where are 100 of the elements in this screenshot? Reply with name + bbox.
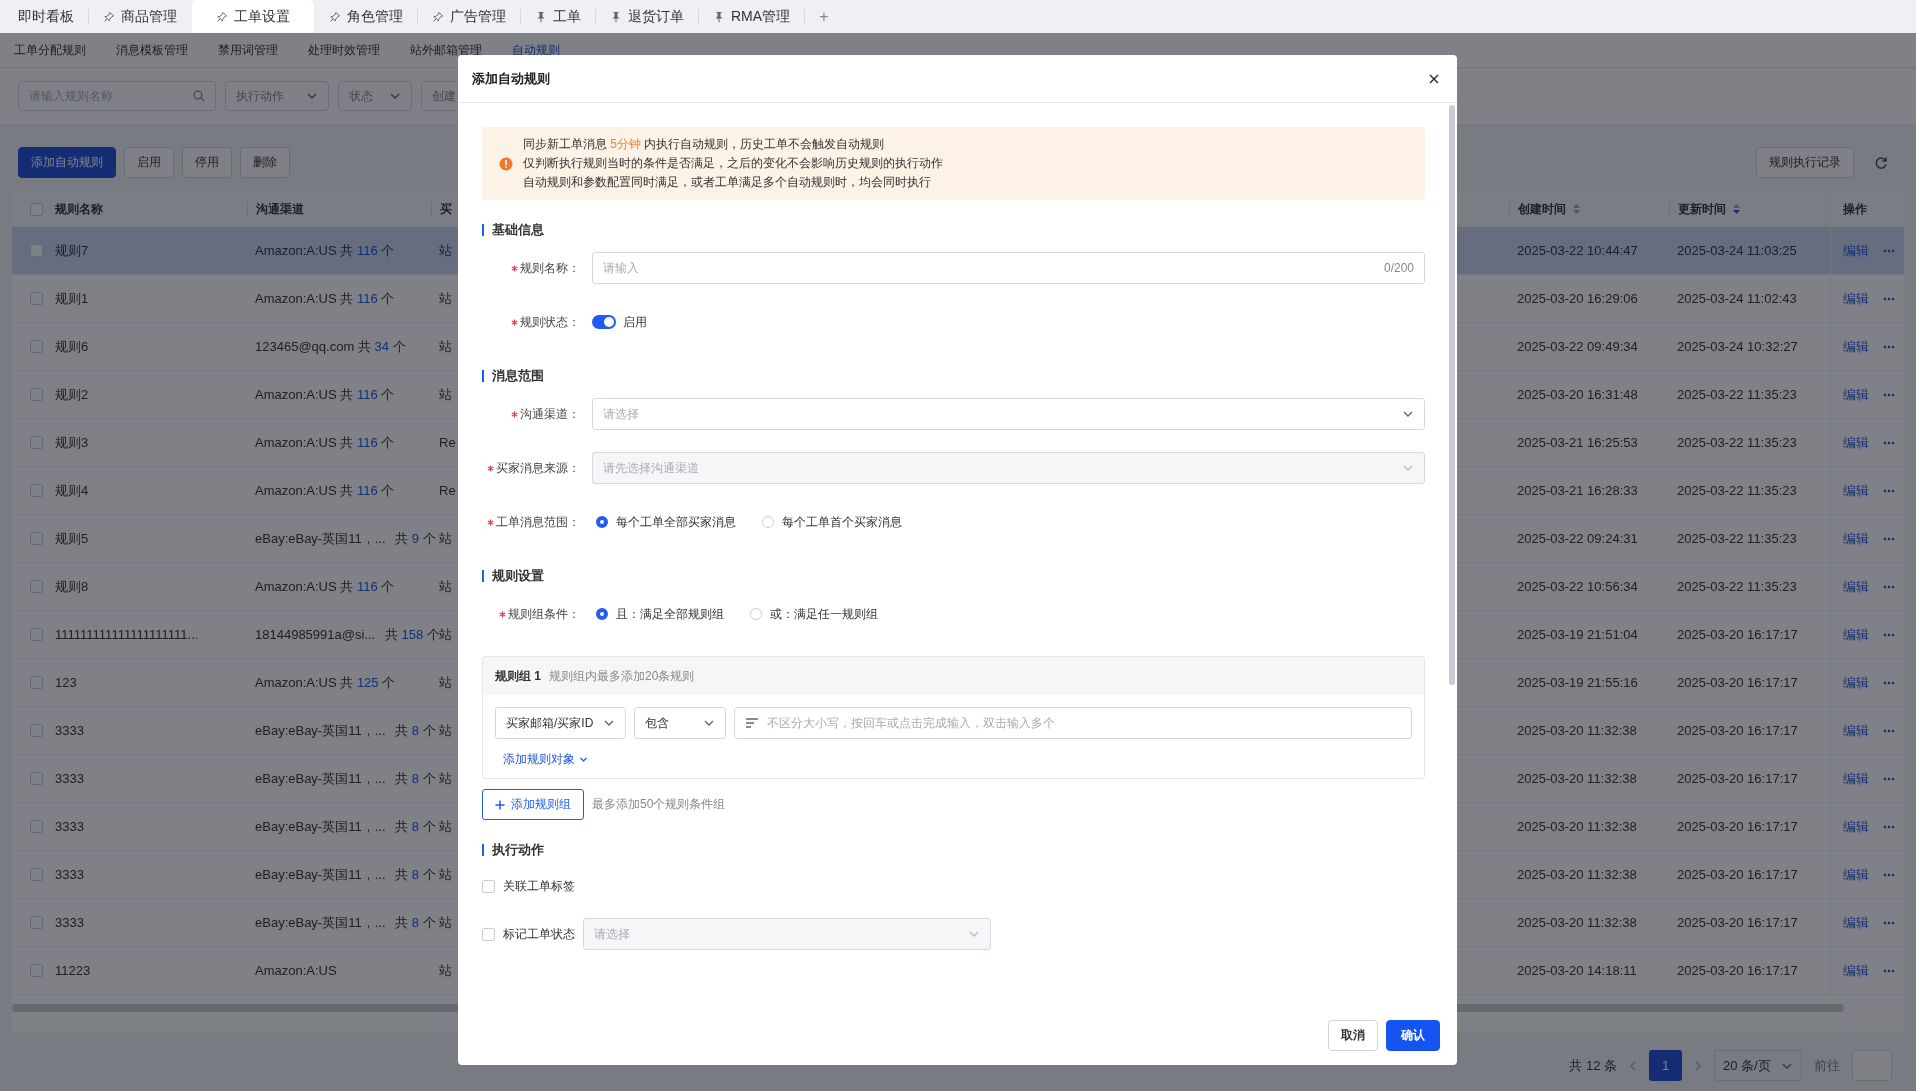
- action-button[interactable]: 启用: [124, 147, 174, 178]
- table-cell: 2025-03-20 16:17:17: [1677, 771, 1798, 786]
- vertical-scrollbar[interactable]: [1449, 105, 1455, 685]
- checkbox[interactable]: [30, 676, 43, 689]
- checkbox[interactable]: [30, 202, 43, 216]
- table-cell: 2025-03-20 11:32:38: [1517, 723, 1637, 738]
- tab[interactable]: 广告管理: [418, 0, 520, 33]
- checkbox[interactable]: [482, 879, 495, 893]
- subnav-tab[interactable]: 工单分配规则: [14, 37, 86, 63]
- more-icon[interactable]: [1883, 680, 1895, 685]
- edit-link[interactable]: 编辑: [1843, 337, 1869, 356]
- subnav-tab[interactable]: 禁用词管理: [218, 37, 278, 63]
- action-button[interactable]: 添加自动规则: [18, 147, 116, 178]
- toggle-switch[interactable]: [592, 315, 616, 329]
- edit-link[interactable]: 编辑: [1843, 529, 1869, 548]
- refresh-icon[interactable]: [1874, 155, 1888, 170]
- tab[interactable]: 角色管理: [315, 0, 417, 33]
- checkbox[interactable]: [30, 868, 43, 881]
- edit-link[interactable]: 编辑: [1843, 961, 1869, 980]
- table-cell: 2025-03-22 09:49:34: [1517, 339, 1638, 354]
- action-button[interactable]: 删除: [240, 147, 290, 178]
- page-button[interactable]: 1: [1649, 1050, 1682, 1081]
- edit-link[interactable]: 编辑: [1843, 577, 1869, 596]
- dialog-button[interactable]: 确认: [1386, 1019, 1440, 1051]
- checkbox[interactable]: [30, 724, 43, 737]
- more-icon[interactable]: [1883, 344, 1895, 349]
- more-icon[interactable]: [1883, 584, 1895, 589]
- edit-link[interactable]: 编辑: [1843, 673, 1869, 692]
- more-icon[interactable]: [1883, 392, 1895, 397]
- more-icon[interactable]: [1883, 920, 1895, 925]
- notice-text: 自动规则和参数配置同时满足，或者工单满足多个自动规则时，均会同时执行: [523, 174, 932, 191]
- subnav-tab[interactable]: 站外邮箱管理: [410, 37, 482, 63]
- edit-link[interactable]: 编辑: [1843, 721, 1869, 740]
- checkbox[interactable]: [30, 292, 43, 305]
- radio-button[interactable]: [596, 608, 608, 620]
- edit-link[interactable]: 编辑: [1843, 241, 1869, 260]
- more-icon[interactable]: [1883, 632, 1895, 637]
- chevron-right-icon[interactable]: [1694, 1060, 1702, 1071]
- edit-link[interactable]: 编辑: [1843, 817, 1869, 836]
- edit-link[interactable]: 编辑: [1843, 865, 1869, 884]
- checkbox[interactable]: [30, 484, 43, 497]
- subnav-tab[interactable]: 处理时效管理: [308, 37, 380, 63]
- more-icon[interactable]: [1883, 776, 1895, 781]
- text-field[interactable]: 请输入 0/200: [592, 252, 1425, 284]
- edit-link[interactable]: 编辑: [1843, 385, 1869, 404]
- checkbox[interactable]: [30, 340, 43, 353]
- more-icon[interactable]: [1883, 440, 1895, 445]
- table-cell: 2025-03-20 11:32:38: [1517, 771, 1637, 786]
- edit-link[interactable]: 编辑: [1843, 433, 1869, 452]
- table-cell: 2025-03-22 11:35:23: [1677, 387, 1797, 402]
- more-icon[interactable]: [1883, 728, 1895, 733]
- more-icon[interactable]: [1883, 968, 1895, 973]
- checkbox[interactable]: [30, 580, 43, 593]
- checkbox[interactable]: [30, 772, 43, 785]
- tab[interactable]: 工单: [521, 0, 595, 33]
- page-size-select[interactable]: 20 条/页: [1714, 1050, 1802, 1081]
- more-icon[interactable]: [1883, 248, 1895, 253]
- tab[interactable]: 商品管理: [89, 0, 191, 33]
- tab[interactable]: RMA管理: [699, 0, 805, 33]
- condition-field-select[interactable]: 买家邮箱/买家ID: [495, 707, 626, 739]
- checkbox[interactable]: [30, 628, 43, 641]
- edit-link[interactable]: 编辑: [1843, 913, 1869, 932]
- more-icon[interactable]: [1883, 488, 1895, 493]
- edit-link[interactable]: 编辑: [1843, 289, 1869, 308]
- radio-button[interactable]: [596, 516, 608, 528]
- add-group-button[interactable]: 添加规则组: [482, 789, 584, 820]
- tab[interactable]: 工单设置: [192, 0, 314, 33]
- more-icon[interactable]: [1883, 296, 1895, 301]
- checkbox[interactable]: [30, 964, 43, 977]
- checkbox[interactable]: [30, 532, 43, 545]
- edit-link[interactable]: 编辑: [1843, 769, 1869, 788]
- table-cell: 规则7: [55, 241, 89, 260]
- table-cell: 2025-03-19 21:51:04: [1517, 627, 1638, 642]
- tab[interactable]: 即时看板: [4, 0, 88, 33]
- checkbox[interactable]: [30, 820, 43, 833]
- tab[interactable]: 退货订单: [596, 0, 698, 33]
- action-button[interactable]: 停用: [182, 147, 232, 178]
- subnav-tab[interactable]: 消息模板管理: [116, 37, 188, 63]
- table-cell: 2025-03-20 16:17:17: [1677, 627, 1798, 642]
- checkbox[interactable]: [30, 436, 43, 449]
- log-button[interactable]: 规则执行记录: [1756, 147, 1854, 178]
- close-icon[interactable]: [1429, 73, 1439, 84]
- add-tab-button[interactable]: +: [805, 0, 843, 33]
- dialog-button[interactable]: 取消: [1328, 1019, 1378, 1051]
- checkbox[interactable]: [30, 388, 43, 401]
- checkbox[interactable]: [30, 244, 43, 257]
- chevron-left-icon[interactable]: [1629, 1060, 1637, 1071]
- more-icon[interactable]: [1883, 536, 1895, 541]
- table-cell: Amazon:A:US 共 116 个: [255, 385, 395, 404]
- select-field[interactable]: 请选择: [592, 398, 1425, 430]
- operator-select[interactable]: 包含: [634, 707, 726, 739]
- table-cell: eBay:eBay-英国11，... 共 8 个: [255, 817, 436, 836]
- table-cell: 2025-03-20 16:17:17: [1677, 723, 1798, 738]
- table-cell: 3333: [55, 771, 84, 786]
- more-icon[interactable]: [1883, 824, 1895, 829]
- checkbox[interactable]: [30, 916, 43, 929]
- value-field[interactable]: 不区分大小写，按回车或点击完成输入，双击输入多个: [734, 707, 1412, 739]
- more-icon[interactable]: [1883, 872, 1895, 877]
- edit-link[interactable]: 编辑: [1843, 481, 1869, 500]
- edit-link[interactable]: 编辑: [1843, 625, 1869, 644]
